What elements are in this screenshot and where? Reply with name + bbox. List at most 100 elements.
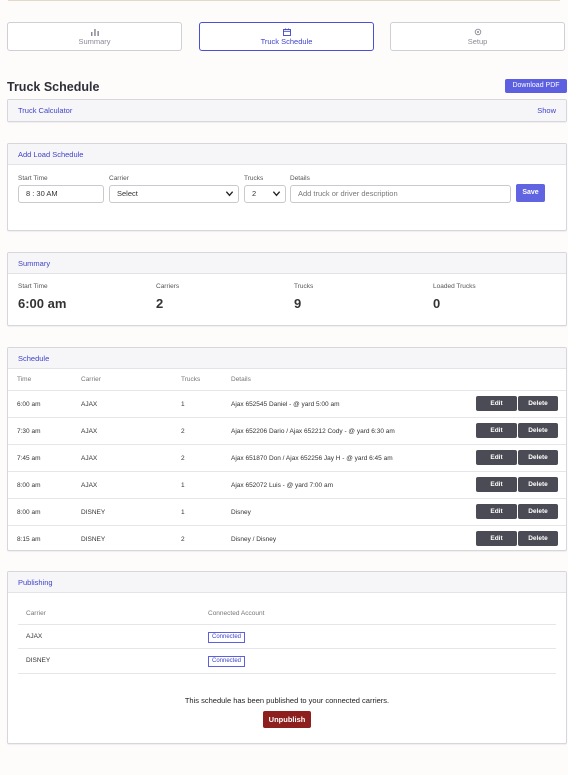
summary-trucks-label: Trucks <box>294 283 314 290</box>
column-header-carrier: Carrier <box>81 376 101 383</box>
status-badge: Connected <box>208 632 246 643</box>
carrier-label: Carrier <box>109 175 129 182</box>
edit-button[interactable]: Edit <box>476 477 517 492</box>
tab-bar: Summary Truck Schedule Setup <box>7 22 567 53</box>
published-message: This schedule has been published to your… <box>184 696 390 705</box>
publish-carrier: DISNEY <box>26 657 51 664</box>
row-carrier: AJAX <box>81 401 98 408</box>
row-time: 8:00 am <box>17 482 41 489</box>
tab-truck-schedule[interactable]: Truck Schedule <box>199 22 374 51</box>
status-badge: Connected <box>208 656 246 667</box>
delete-button[interactable]: Delete <box>518 477 558 492</box>
edit-button[interactable]: Edit <box>476 423 517 438</box>
summary-loaded-trucks-value: 0 <box>433 296 441 311</box>
row-time: 8:00 am <box>17 509 41 516</box>
delete-button[interactable]: Delete <box>518 531 558 546</box>
tab-summary[interactable]: Summary <box>7 22 182 51</box>
table-row: 6:00 am AJAX 1 Ajax 652545 Daniel - @ ya… <box>8 390 566 418</box>
truck-calculator-header[interactable]: Truck Calculator Show <box>8 100 566 121</box>
details-input[interactable]: Add truck or driver description <box>290 185 511 203</box>
row-time: 8:15 am <box>17 536 41 543</box>
summary-header: Summary <box>8 253 566 274</box>
start-time-input[interactable]: 8 : 30 AM <box>18 185 104 203</box>
carrier-select-value: Select <box>117 189 138 198</box>
summary-title: Summary <box>18 259 51 268</box>
add-load-schedule-header: Add Load Schedule <box>8 144 566 165</box>
truck-calculator-title: Truck Calculator <box>18 106 73 115</box>
column-header-trucks: Trucks <box>181 376 201 383</box>
add-load-schedule-title: Add Load Schedule <box>18 150 84 159</box>
edit-button[interactable]: Edit <box>476 450 517 465</box>
row-trucks: 2 <box>181 428 185 435</box>
row-time: 7:45 am <box>17 455 41 462</box>
delete-button[interactable]: Delete <box>518 423 558 438</box>
row-trucks: 1 <box>181 509 185 516</box>
details-label: Details <box>290 175 310 182</box>
tab-setup[interactable]: Setup <box>390 22 565 51</box>
tab-setup-label: Setup <box>467 37 488 46</box>
edit-button[interactable]: Edit <box>476 531 517 546</box>
trucks-select[interactable]: 2 <box>244 185 286 203</box>
list-item: AJAX Connected <box>18 624 556 649</box>
summary-trucks-value: 9 <box>294 296 302 311</box>
summary-carriers-value: 2 <box>156 296 164 311</box>
column-header-carrier: Carrier <box>26 610 46 617</box>
column-header-connected-account: Connected Account <box>208 610 265 617</box>
row-details: Ajax 652545 Daniel - @ yard 5:00 am <box>231 401 340 408</box>
calendar-icon <box>282 28 291 36</box>
row-carrier: AJAX <box>81 455 98 462</box>
summary-start-time-label: Start Time <box>18 283 48 290</box>
delete-button[interactable]: Delete <box>518 504 558 519</box>
row-trucks: 1 <box>181 401 185 408</box>
schedule-header: Schedule <box>8 348 566 369</box>
row-time: 6:00 am <box>17 401 41 408</box>
unpublish-button[interactable]: Unpublish <box>263 711 311 728</box>
row-carrier: DISNEY <box>81 509 106 516</box>
trucks-label: Trucks <box>244 175 264 182</box>
row-trucks: 2 <box>181 455 185 462</box>
row-details: Ajax 651870 Don / Ajax 652256 Jay H - @ … <box>231 455 393 462</box>
summary-carriers-label: Carriers <box>156 283 180 290</box>
publish-carrier: AJAX <box>26 633 43 640</box>
row-details: Ajax 652072 Luis - @ yard 7:00 am <box>231 482 333 489</box>
publishing-header: Publishing <box>8 572 566 593</box>
top-divider <box>8 0 560 1</box>
summary-start-time-value: 6:00 am <box>18 296 67 311</box>
table-row: 7:45 am AJAX 2 Ajax 651870 Don / Ajax 65… <box>8 444 566 472</box>
chevron-down-icon <box>225 191 234 197</box>
row-trucks: 1 <box>181 482 185 489</box>
gear-icon <box>474 28 481 36</box>
table-row: 7:30 am AJAX 2 Ajax 652206 Dario / Ajax … <box>8 417 566 445</box>
summary-card: Summary <box>7 252 567 326</box>
row-carrier: AJAX <box>81 482 98 489</box>
table-row: 8:15 am DISNEY 2 Disney / Disney Edit De… <box>8 525 566 553</box>
trucks-select-value: 2 <box>252 189 257 198</box>
truck-calculator-card: Truck Calculator Show <box>7 99 567 122</box>
column-header-details: Details <box>231 376 251 383</box>
show-calculator-link[interactable]: Show <box>537 106 556 115</box>
delete-button[interactable]: Delete <box>518 450 558 465</box>
bar-chart-icon <box>90 29 99 36</box>
schedule-title: Schedule <box>18 354 50 363</box>
chevron-down-icon <box>272 191 281 197</box>
table-row: 8:00 am DISNEY 1 Disney Edit Delete <box>8 498 566 526</box>
delete-button[interactable]: Delete <box>518 396 558 411</box>
download-pdf-button[interactable]: Download PDF <box>505 79 567 93</box>
edit-button[interactable]: Edit <box>476 396 517 411</box>
row-details: Ajax 652206 Dario / Ajax 652212 Cody - @… <box>231 428 395 435</box>
carrier-select[interactable]: Select <box>109 185 239 203</box>
start-time-label: Start Time <box>18 175 48 182</box>
table-row: 8:00 am AJAX 1 Ajax 652072 Luis - @ yard… <box>8 471 566 499</box>
tab-summary-label: Summary <box>78 37 111 46</box>
row-trucks: 2 <box>181 536 185 543</box>
row-carrier: DISNEY <box>81 536 106 543</box>
page-title: Truck Schedule <box>7 80 100 94</box>
tab-truck-schedule-label: Truck Schedule <box>260 37 313 46</box>
edit-button[interactable]: Edit <box>476 504 517 519</box>
row-time: 7:30 am <box>17 428 41 435</box>
row-details: Disney <box>231 509 251 516</box>
column-header-time: Time <box>17 376 32 383</box>
row-details: Disney / Disney <box>231 536 277 543</box>
save-button[interactable]: Save <box>516 184 545 202</box>
list-item: DISNEY Connected <box>18 648 556 674</box>
